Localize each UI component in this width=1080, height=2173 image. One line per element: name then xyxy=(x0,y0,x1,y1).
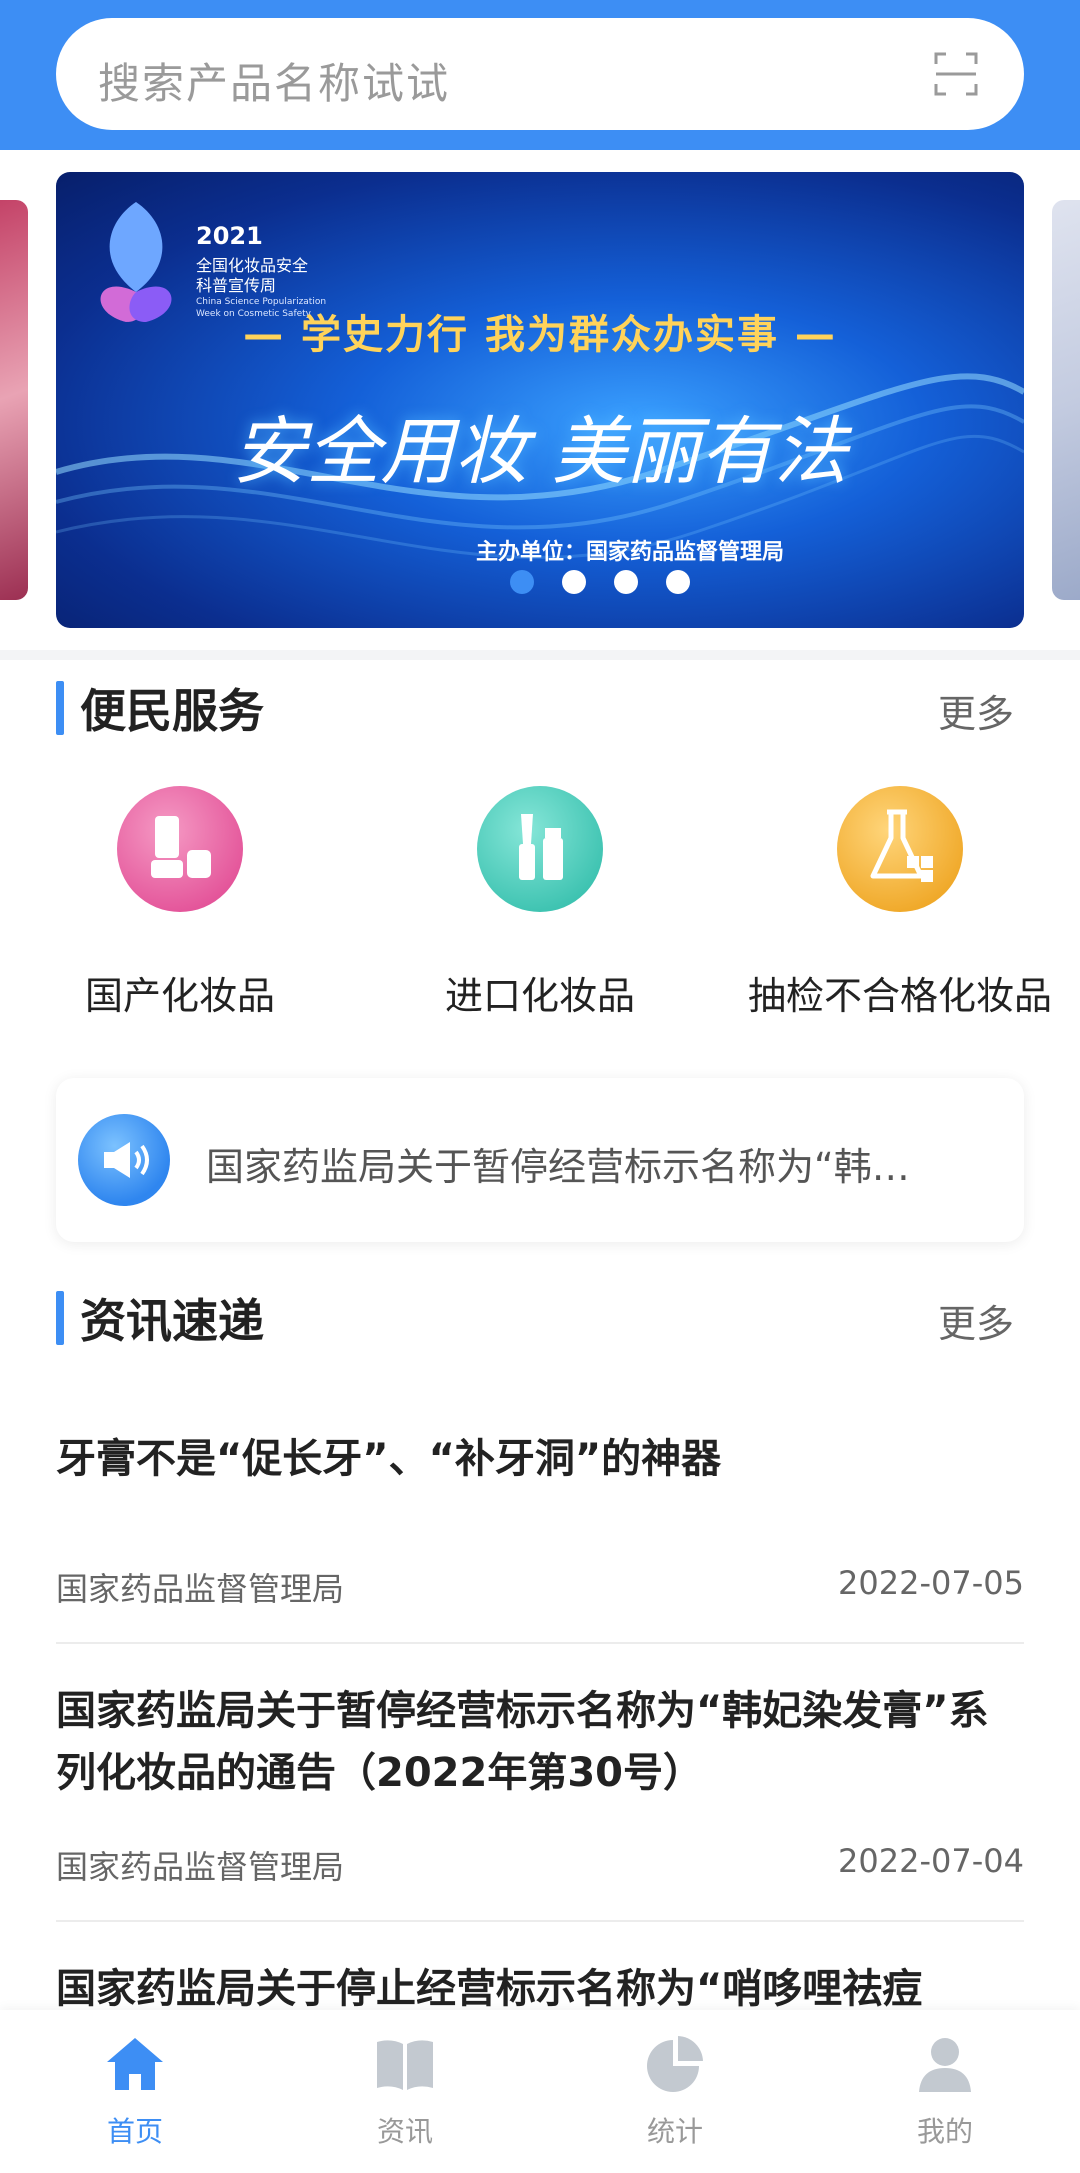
notice-text[interactable]: 国家药监局关于暂停经营标示名称为“韩… xyxy=(206,1136,986,1191)
news-item-date: 2022-07-05 xyxy=(838,1564,1024,1602)
banner-year: 2021 xyxy=(196,222,263,250)
tab-news[interactable]: 资讯 xyxy=(270,2010,540,2173)
home-screen: 搜索产品名称试试 2021 全国化妆品安全 科普宣传周 China Scienc… xyxy=(0,0,1080,2173)
user-icon xyxy=(919,2038,971,2092)
section-divider xyxy=(0,650,1080,660)
bottom-tab-bar: 首页 资讯 统计 我的 xyxy=(0,2010,1080,2173)
search-input[interactable]: 搜索产品名称试试 xyxy=(98,50,450,111)
banner-tag-line2: 科普宣传周 xyxy=(196,276,277,295)
tab-label: 资讯 xyxy=(376,2115,433,2148)
news-divider xyxy=(56,1642,1024,1644)
news-item-source: 国家药品监督管理局 xyxy=(56,1570,345,1608)
banner-carousel[interactable]: 2021 全国化妆品安全 科普宣传周 China Science Popular… xyxy=(0,150,1080,650)
services-more-link[interactable]: 更多 xyxy=(938,683,1014,738)
service-label: 抽检不合格化妆品 xyxy=(747,974,1052,1018)
tab-label: 我的 xyxy=(916,2115,973,2148)
scan-icon[interactable] xyxy=(932,50,980,98)
services-title: 便民服务 xyxy=(80,684,264,738)
carousel-dots xyxy=(56,570,1024,594)
news-item[interactable]: 牙膏不是“促长牙”、“补牙洞”的神器 国家药品监督管理局 2022-07-05 xyxy=(56,1428,1024,1628)
banner-slogan: — 学史力行 我为群众办实事 — xyxy=(243,312,837,358)
home-icon xyxy=(107,2038,163,2090)
previous-banner-peek[interactable] xyxy=(0,200,28,600)
service-label: 进口化妆品 xyxy=(444,974,635,1018)
search-bar[interactable]: 搜索产品名称试试 xyxy=(56,18,1024,130)
service-label: 国产化妆品 xyxy=(84,974,275,1018)
lab-flask-icon xyxy=(837,786,963,912)
services-header: 便民服务 更多 xyxy=(56,675,1024,738)
news-item-date: 2022-07-04 xyxy=(838,1842,1024,1880)
news-divider xyxy=(56,1920,1024,1922)
news-title: 资讯速递 xyxy=(80,1294,264,1348)
service-failed-inspection[interactable]: 抽检不合格化妆品 xyxy=(720,780,1080,1020)
service-domestic-cosmetics[interactable]: 国产化妆品 xyxy=(0,780,360,1020)
tab-profile[interactable]: 我的 xyxy=(810,2010,1080,2173)
carousel-dot[interactable] xyxy=(562,570,586,594)
megaphone-icon xyxy=(78,1114,170,1206)
news-item[interactable]: 国家药监局关于暂停经营标示名称为“韩妃染发膏”系列化妆品的通告（2022年第30… xyxy=(56,1680,1024,1890)
news-item-title[interactable]: 国家药监局关于暂停经营标示名称为“韩妃染发膏”系列化妆品的通告（2022年第30… xyxy=(56,1680,1024,1804)
notice-bar[interactable]: 国家药监局关于暂停经营标示名称为“韩… xyxy=(56,1078,1024,1242)
news-item-title[interactable]: 牙膏不是“促长牙”、“补牙洞”的神器 xyxy=(56,1428,1024,1490)
services-grid: 国产化妆品 进口化妆品 抽检不合格化妆品 xyxy=(0,780,1080,1020)
banner-slide[interactable]: 2021 全国化妆品安全 科普宣传周 China Science Popular… xyxy=(56,172,1024,628)
tab-home[interactable]: 首页 xyxy=(0,2010,270,2173)
carousel-dot[interactable] xyxy=(614,570,638,594)
service-imported-cosmetics[interactable]: 进口化妆品 xyxy=(360,780,720,1020)
tab-label: 首页 xyxy=(106,2115,163,2148)
banner-host: 主办单位：国家药品监督管理局 xyxy=(475,540,784,565)
news-more-link[interactable]: 更多 xyxy=(938,1293,1014,1348)
section-accent-bar xyxy=(56,1291,64,1345)
domestic-cosmetics-icon xyxy=(117,786,243,912)
pie-chart-icon xyxy=(647,2036,703,2092)
top-header: 搜索产品名称试试 xyxy=(0,0,1080,150)
next-banner-peek[interactable] xyxy=(1052,200,1080,600)
book-icon xyxy=(377,2040,433,2090)
carousel-dot[interactable] xyxy=(510,570,534,594)
banner-main-text: 安全用妆 美丽有法 xyxy=(232,409,848,495)
news-header: 资讯速递 更多 xyxy=(56,1285,1024,1348)
news-item-source: 国家药品监督管理局 xyxy=(56,1848,345,1886)
carousel-dot[interactable] xyxy=(666,570,690,594)
tab-label: 统计 xyxy=(646,2115,703,2148)
section-accent-bar xyxy=(56,681,64,735)
imported-cosmetics-icon xyxy=(477,786,603,912)
tab-statistics[interactable]: 统计 xyxy=(540,2010,810,2173)
